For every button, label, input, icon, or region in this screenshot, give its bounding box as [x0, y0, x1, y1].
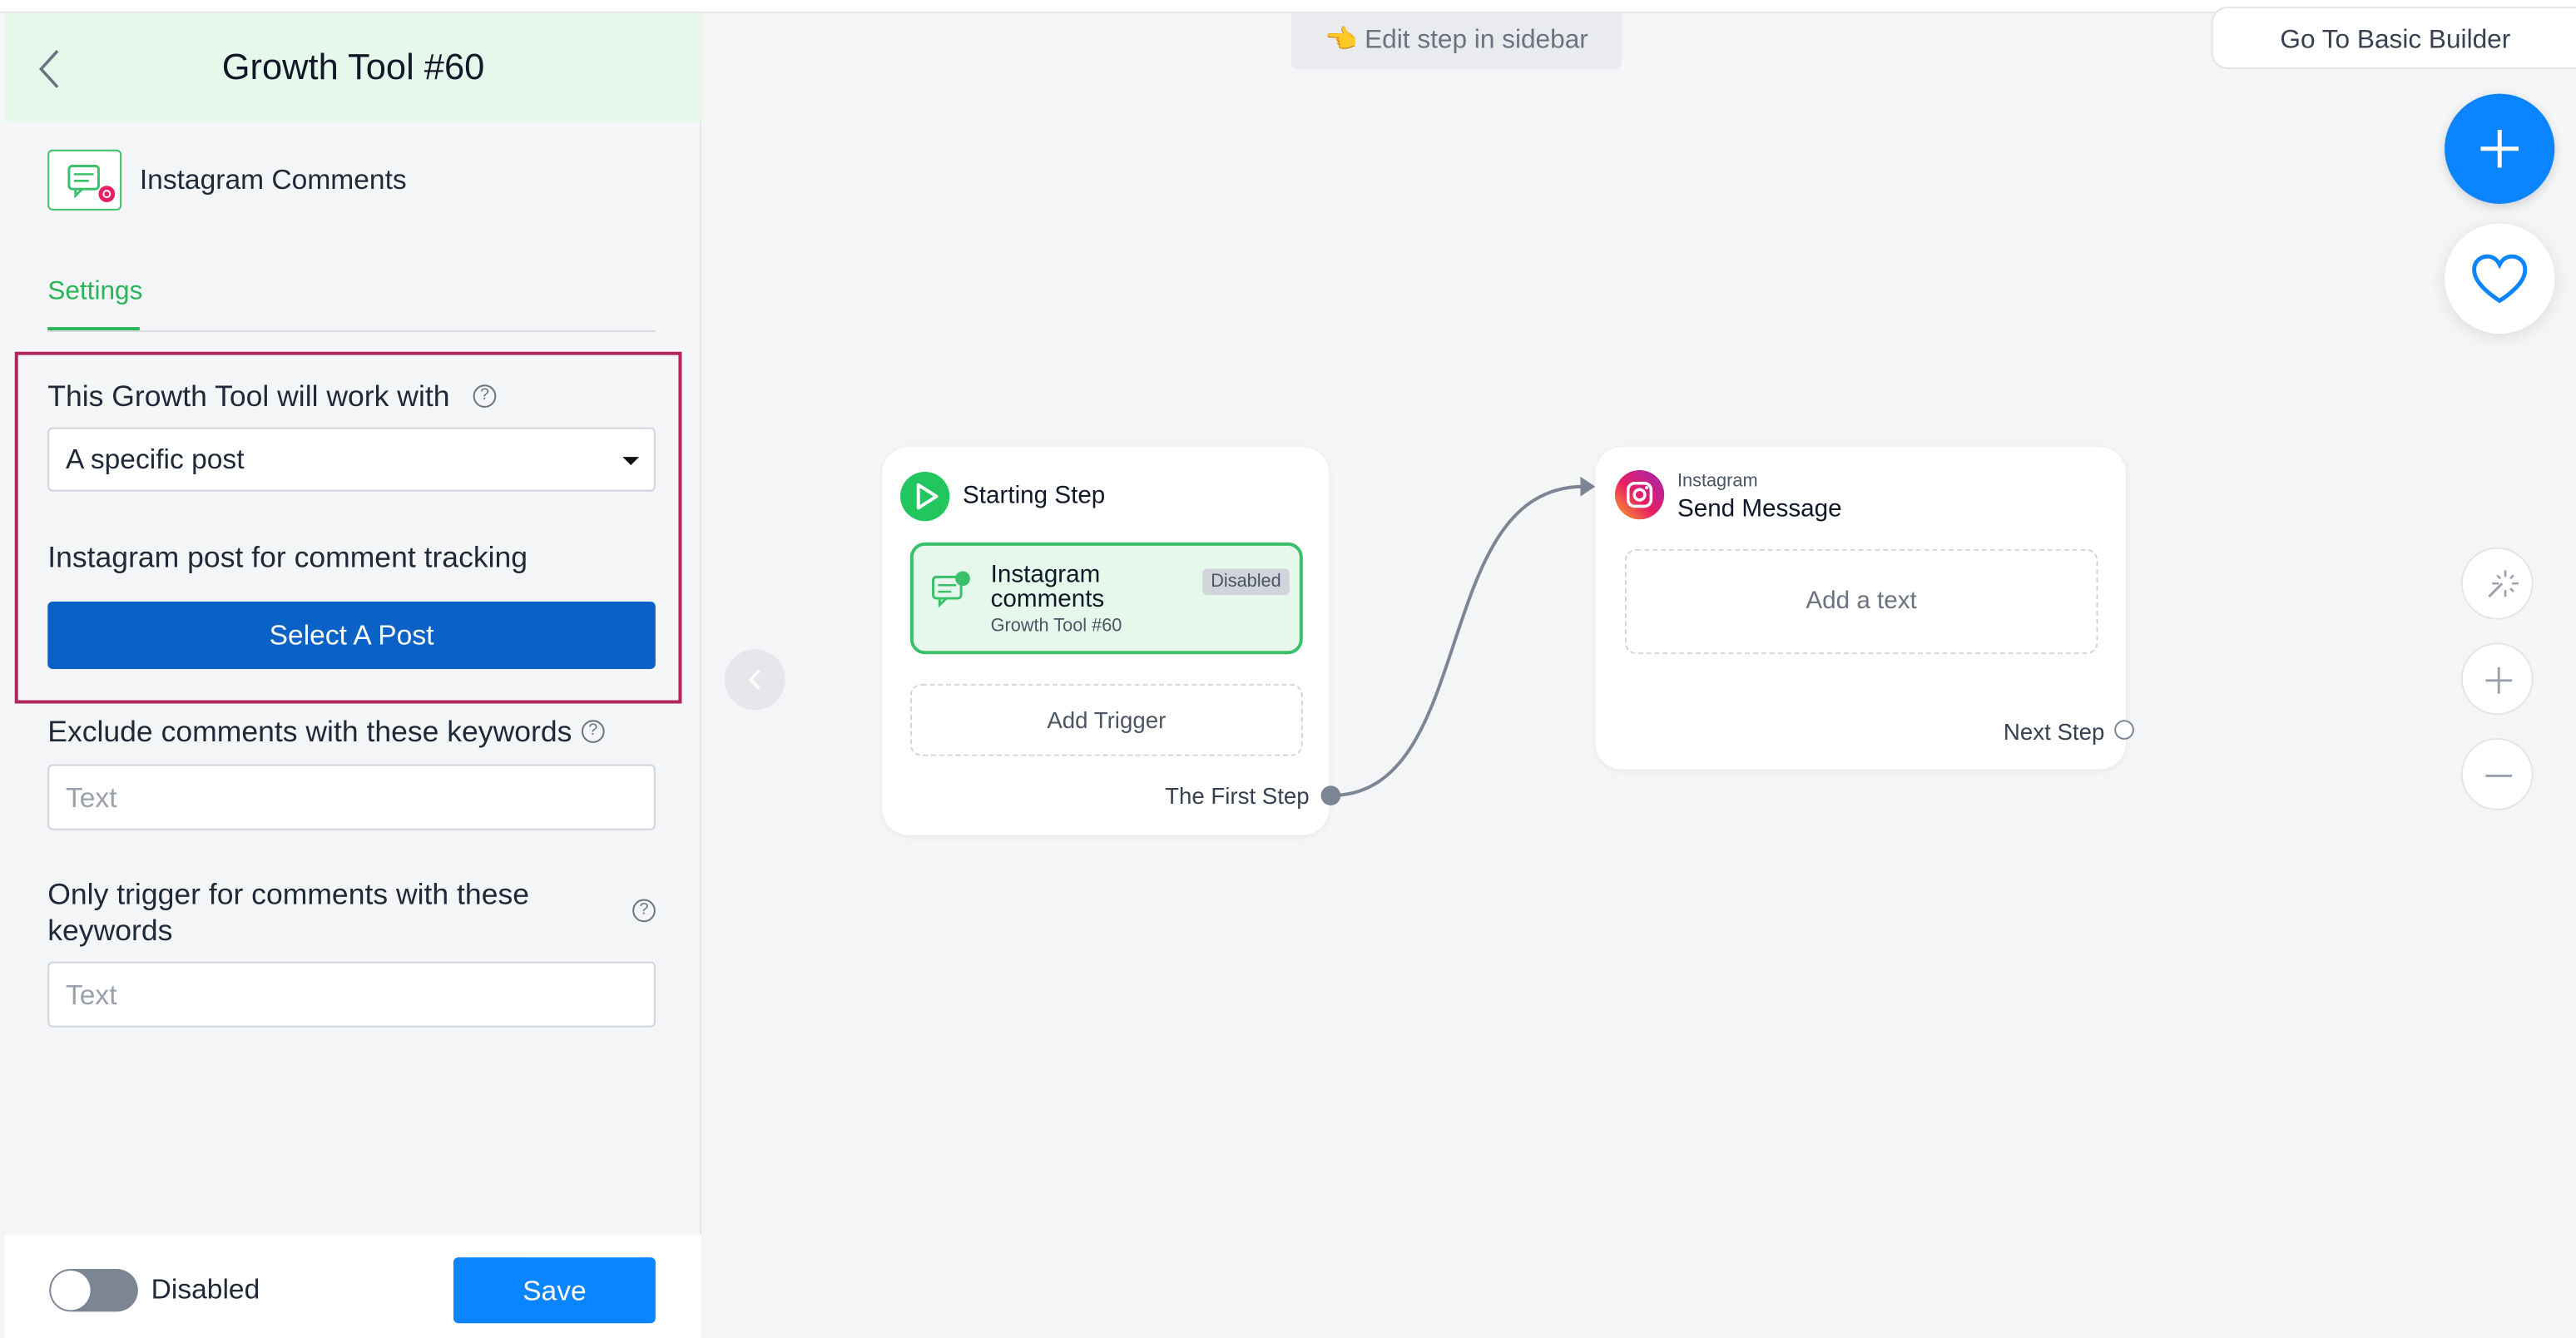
help-icon[interactable]: ?: [632, 899, 656, 923]
output-port[interactable]: [1320, 785, 1341, 805]
app-root: Growth Tool #60 Instagram Comments Setti…: [0, 0, 2576, 1338]
zoom-out-button[interactable]: [2460, 737, 2534, 810]
work-with-value: A specific post: [65, 444, 245, 475]
magic-wand-button[interactable]: [2460, 547, 2534, 620]
first-step-label: The First Step: [1165, 782, 1310, 809]
play-icon: [900, 471, 950, 522]
chevron-left-icon: [748, 669, 760, 690]
caret-down-icon: [622, 457, 640, 466]
toggle-knob: [51, 1270, 91, 1311]
edit-hint: 👈 Edit step in sidebar: [1290, 12, 1622, 69]
zoom-in-icon: [2485, 667, 2513, 694]
work-with-label: This Growth Tool will work with: [47, 379, 450, 413]
add-trigger-button[interactable]: Add Trigger: [909, 683, 1303, 756]
status-badge: Disabled: [1202, 568, 1290, 596]
starting-step-node[interactable]: Starting Step Instagram comments Growth …: [882, 447, 1341, 835]
pointing-hand-icon: 👈: [1324, 26, 1358, 55]
zoom-in-button[interactable]: [2460, 642, 2534, 716]
top-bar: [0, 0, 2576, 13]
exclude-label: Exclude comments with these keywords: [47, 715, 572, 748]
channel-label: Instagram: [1677, 471, 1758, 492]
work-with-select[interactable]: A specific post: [47, 427, 656, 492]
only-trigger-label: Only trigger for comments with these key…: [47, 877, 530, 947]
tab-divider: [47, 330, 656, 333]
favorites-button[interactable]: [2445, 223, 2555, 334]
next-step-port[interactable]: [2114, 720, 2134, 740]
post-label: Instagram post for comment tracking: [47, 540, 528, 574]
tab-settings[interactable]: Settings: [47, 278, 142, 308]
sidebar-header: Growth Tool #60: [4, 12, 702, 122]
chat-icon: [932, 571, 970, 608]
enabled-toggle[interactable]: [49, 1269, 138, 1312]
sidebar: Growth Tool #60 Instagram Comments Setti…: [0, 12, 702, 1338]
send-message-title: Send Message: [1677, 494, 1842, 523]
basic-builder-button[interactable]: Go To Basic Builder: [2211, 6, 2576, 69]
send-message-node[interactable]: Instagram Send Message Add a text Next S…: [1595, 447, 2134, 770]
sidebar-footer: Disabled Save: [4, 1234, 702, 1338]
heart-icon: [2472, 254, 2528, 304]
exclude-keywords-input[interactable]: Text: [47, 764, 656, 830]
help-icon[interactable]: ?: [473, 384, 497, 408]
save-button[interactable]: Save: [453, 1257, 656, 1324]
plus-icon: [2480, 130, 2519, 168]
help-icon[interactable]: ?: [581, 720, 605, 743]
starting-step-title: Starting Step: [963, 481, 1106, 510]
toggle-label: Disabled: [151, 1273, 260, 1306]
only-trigger-keywords-input[interactable]: Text: [47, 961, 656, 1028]
trigger-subtitle: Growth Tool #60: [990, 616, 1122, 637]
edit-hint-text: Edit step in sidebar: [1365, 26, 1588, 55]
page-title: Growth Tool #60: [221, 46, 485, 87]
instagram-icon: [1614, 469, 1665, 520]
trigger-card[interactable]: Instagram comments Growth Tool #60 Disab…: [909, 542, 1303, 655]
select-post-button[interactable]: Select A Post: [47, 601, 656, 669]
add-step-button[interactable]: [2445, 93, 2555, 204]
magic-wand-icon: [2488, 570, 2519, 598]
zoom-out-icon: [2485, 774, 2513, 777]
next-step-label: Next Step: [2003, 718, 2105, 745]
tool-name: Instagram Comments: [139, 164, 407, 196]
collapse-sidebar-button[interactable]: [724, 649, 785, 711]
add-text-button[interactable]: Add a text: [1624, 548, 2098, 655]
instagram-comments-icon: [47, 149, 122, 211]
trigger-name: Instagram comments: [990, 560, 1105, 613]
